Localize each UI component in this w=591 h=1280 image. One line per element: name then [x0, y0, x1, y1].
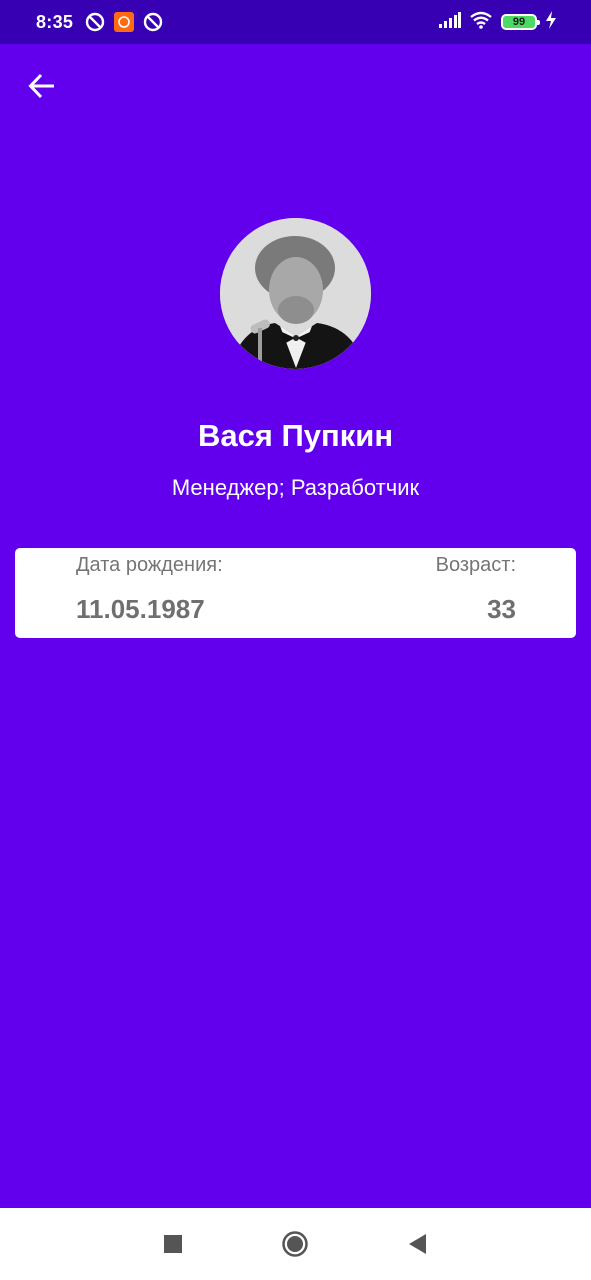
status-right: 99	[439, 10, 557, 34]
home-button[interactable]	[281, 1230, 309, 1258]
recents-button[interactable]	[159, 1230, 187, 1258]
home-icon	[282, 1231, 308, 1257]
avatar	[220, 218, 371, 369]
nav-back-button[interactable]	[403, 1230, 431, 1258]
back-button[interactable]	[22, 66, 62, 106]
back-triangle-icon	[409, 1234, 426, 1254]
profile-screen: 8:35 99 Вася Пупкин Менеджер; Разработчи…	[0, 0, 591, 1280]
age-label: Возраст:	[435, 554, 516, 576]
birth-date-value: 11.05.1987	[76, 594, 205, 624]
status-bar: 8:35 99	[0, 0, 591, 44]
wifi-icon	[469, 11, 493, 34]
battery-level: 99	[512, 16, 526, 28]
profile-name: Вася Пупкин	[197, 418, 394, 453]
signal-icon	[439, 11, 461, 33]
app-notification-icon	[114, 12, 135, 32]
recents-icon	[164, 1235, 182, 1253]
profile-role: Менеджер; Разработчик	[171, 475, 420, 500]
age-value: 33	[487, 594, 516, 624]
system-nav-bar	[0, 1208, 591, 1280]
status-time: 8:35	[36, 11, 74, 32]
battery-icon: 99	[501, 14, 540, 30]
status-left: 8:35	[36, 12, 163, 33]
arrow-left-icon	[28, 73, 54, 99]
info-card: Дата рождения: 11.05.1987 Возраст: 33	[15, 548, 576, 638]
no-disturb-icon	[85, 12, 105, 32]
birth-date-label: Дата рождения:	[76, 554, 223, 576]
no-disturb-icon	[143, 12, 163, 32]
charging-icon	[545, 10, 557, 34]
